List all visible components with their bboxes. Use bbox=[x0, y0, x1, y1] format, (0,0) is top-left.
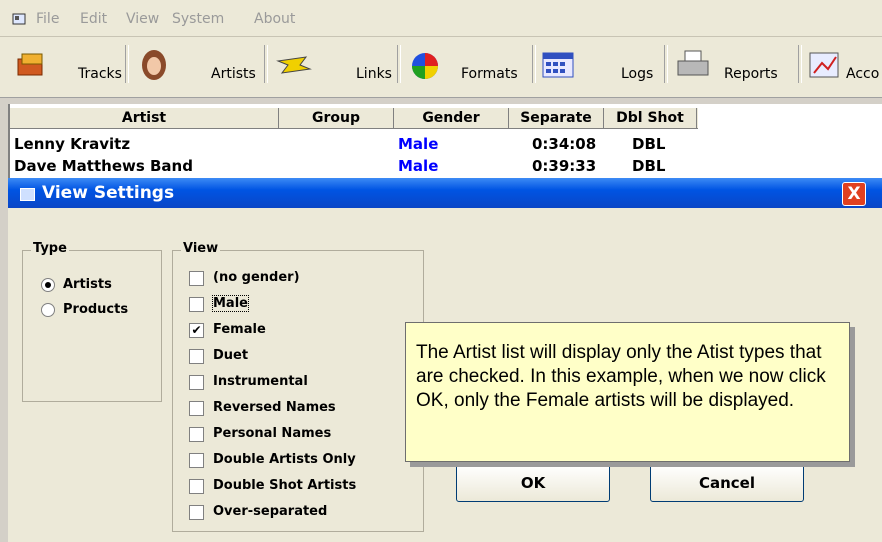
checkbox-label: Male bbox=[212, 295, 249, 312]
radio-button[interactable] bbox=[41, 303, 55, 317]
logs-label: Logs bbox=[621, 66, 654, 82]
checkbox-label: Reversed Names bbox=[213, 400, 336, 415]
checkbox[interactable] bbox=[189, 271, 204, 286]
view-groupbox: View (no gender) Male ✔ Female Duet Instrumen… bbox=[172, 241, 424, 532]
cancel-button[interactable]: Cancel bbox=[650, 464, 804, 502]
links-icon bbox=[276, 56, 312, 74]
links-label: Links bbox=[356, 66, 392, 82]
menu-edit[interactable]: Edit bbox=[80, 11, 107, 27]
checkbox[interactable] bbox=[189, 453, 204, 468]
col-group[interactable]: Group bbox=[279, 108, 394, 128]
table-row[interactable]: Lenny Kravitz Male 0:34:08 DBL bbox=[10, 134, 698, 154]
accounts-label: Acco bbox=[846, 66, 880, 82]
radio-dot bbox=[45, 282, 51, 288]
menu-file[interactable]: File bbox=[36, 11, 59, 27]
close-button[interactable]: X bbox=[842, 182, 866, 206]
table-row[interactable]: Dave Matthews Band Male 0:39:33 DBL bbox=[10, 156, 698, 176]
ok-button[interactable]: OK bbox=[456, 464, 610, 502]
help-callout: The Artist list will display only the At… bbox=[405, 322, 850, 462]
checkbox-label: Personal Names bbox=[213, 426, 332, 441]
checkbox[interactable] bbox=[189, 505, 204, 520]
radio-artists-label: Artists bbox=[63, 277, 112, 292]
col-artist[interactable]: Artist bbox=[10, 108, 279, 128]
menu-bar: File Edit View System About bbox=[0, 0, 882, 37]
reports-label: Reports bbox=[724, 66, 778, 82]
checkbox[interactable] bbox=[189, 401, 204, 416]
formats-pie-icon bbox=[412, 53, 438, 79]
menu-system[interactable]: System bbox=[172, 11, 224, 27]
dialog-title: View Settings bbox=[42, 183, 175, 203]
checkbox-label: Over-separated bbox=[213, 504, 328, 519]
view-group-title: View bbox=[181, 241, 221, 256]
radio-products-label: Products bbox=[63, 302, 129, 317]
checkbox[interactable] bbox=[189, 297, 204, 312]
checkbox-label: Double Artists Only bbox=[213, 452, 356, 467]
artists-label: Artists bbox=[211, 66, 256, 82]
tracks-icon bbox=[17, 53, 43, 76]
accounts-chart-icon bbox=[809, 52, 839, 78]
checkbox-label: Duet bbox=[213, 348, 249, 363]
app-icon bbox=[12, 13, 26, 25]
tracks-label: Tracks bbox=[78, 66, 122, 82]
menu-view[interactable]: View bbox=[126, 11, 159, 27]
grid-header: Artist Group Gender Separate Dbl Shot bbox=[10, 108, 698, 129]
dialog-titlebar[interactable]: View Settings X bbox=[8, 178, 882, 208]
col-dblshot[interactable]: Dbl Shot bbox=[604, 108, 697, 128]
toolbar: Tracks Artists Links Formats Logs Report… bbox=[0, 37, 882, 98]
window-icon bbox=[20, 188, 35, 201]
artist-face-icon bbox=[142, 50, 166, 80]
checkbox-label: (no gender) bbox=[213, 270, 300, 285]
checkbox[interactable] bbox=[189, 375, 204, 390]
col-gender[interactable]: Gender bbox=[394, 108, 509, 128]
checkbox[interactable] bbox=[189, 479, 204, 494]
formats-label: Formats bbox=[461, 66, 518, 82]
menu-about[interactable]: About bbox=[254, 11, 295, 27]
checkbox-label: Instrumental bbox=[213, 374, 308, 389]
checkbox-label: Female bbox=[213, 322, 266, 337]
type-groupbox: Type Artists Products bbox=[22, 241, 162, 402]
checkbox[interactable]: ✔ bbox=[189, 323, 204, 338]
checkbox[interactable] bbox=[189, 349, 204, 364]
checkbox-label: Double Shot Artists bbox=[213, 478, 357, 493]
printer-icon bbox=[677, 50, 709, 76]
type-group-title: Type bbox=[31, 241, 69, 256]
logs-calendar-icon bbox=[542, 52, 574, 78]
radio-button[interactable] bbox=[41, 278, 55, 292]
col-separate[interactable]: Separate bbox=[509, 108, 604, 128]
checkbox[interactable] bbox=[189, 427, 204, 442]
